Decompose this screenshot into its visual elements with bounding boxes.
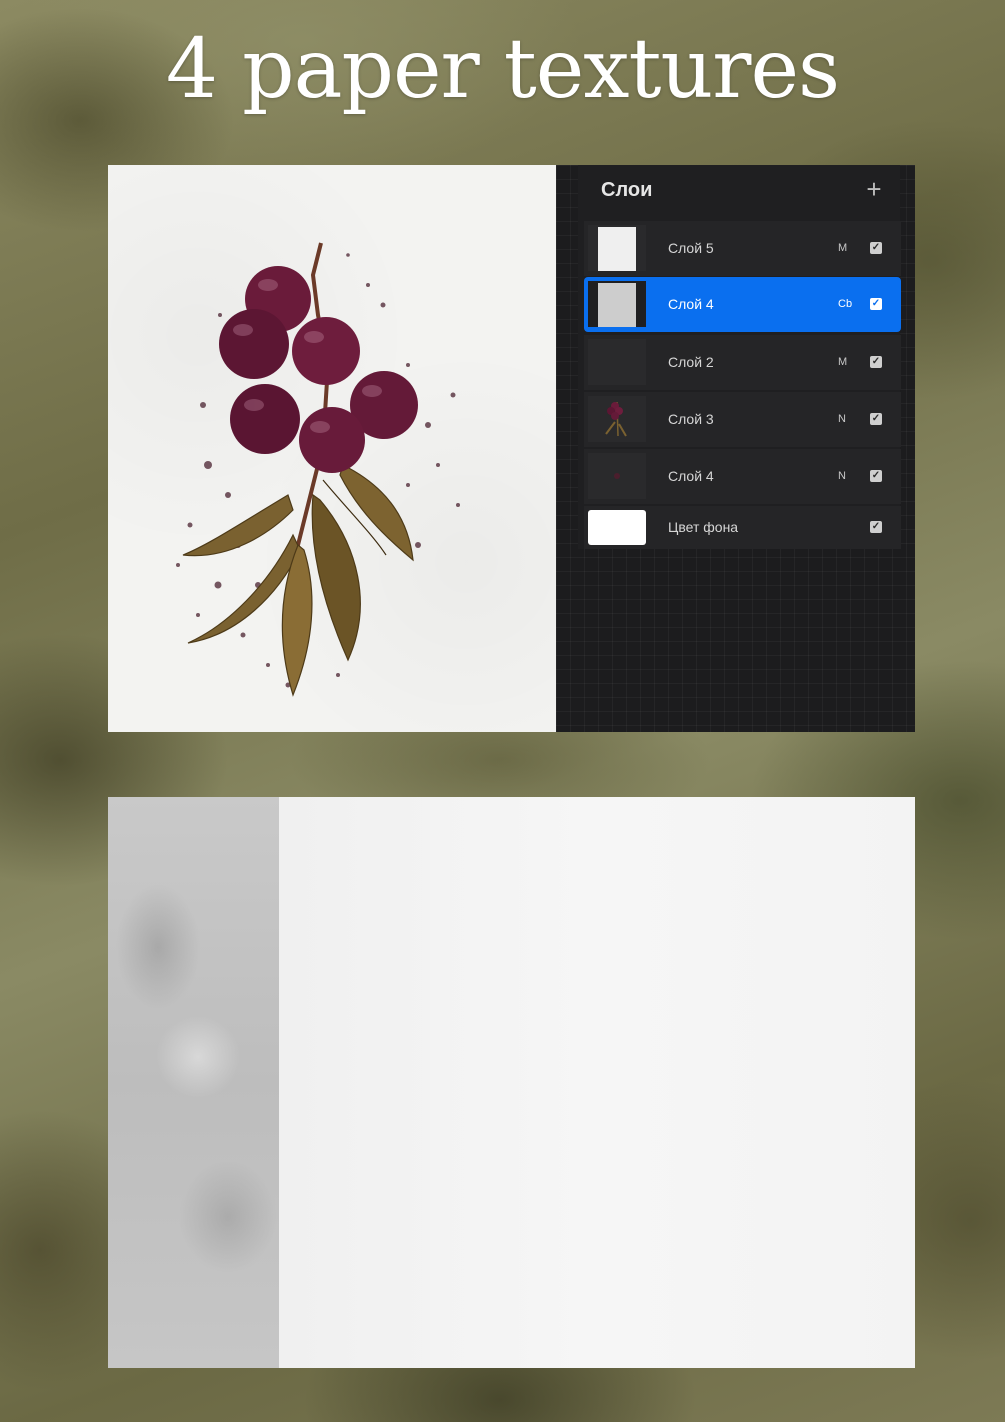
layer-row[interactable]: Слой 4 N ✓ xyxy=(584,449,901,504)
layer-thumbnail xyxy=(588,453,646,499)
visibility-checkbox[interactable]: ✓ xyxy=(870,242,882,254)
background-color-row[interactable]: Цвет фона ✓ xyxy=(584,506,901,549)
plus-icon[interactable]: + xyxy=(864,176,884,202)
layer-name: Слой 5 xyxy=(668,240,714,256)
layer-blend-mode[interactable]: Cb xyxy=(838,298,852,310)
layer-blend-mode[interactable]: N xyxy=(838,413,846,425)
layer-thumbnail xyxy=(588,396,646,442)
visibility-checkbox[interactable]: ✓ xyxy=(870,521,882,533)
layer-name: Слой 3 xyxy=(668,411,714,427)
layer-thumbnail xyxy=(588,339,646,385)
layer-row[interactable]: Слой 2 M ✓ xyxy=(584,335,901,390)
berry-branch-illustration xyxy=(176,242,460,697)
layer-name: Слой 2 xyxy=(668,354,714,370)
layer-blend-mode[interactable]: M xyxy=(838,242,847,254)
layer-name: Слой 4 xyxy=(668,468,714,484)
visibility-checkbox[interactable]: ✓ xyxy=(870,356,882,368)
layers-panel: Слои + Слой 5 M ✓ Слой 4 Cb ✓ Слой 2 M ✓ xyxy=(556,165,915,732)
visibility-checkbox[interactable]: ✓ xyxy=(870,470,882,482)
layer-name: Цвет фона xyxy=(668,519,739,535)
berry-thumbnail-icon xyxy=(605,401,627,437)
layer-thumbnail xyxy=(588,225,646,271)
visibility-checkbox[interactable]: ✓ xyxy=(870,298,882,310)
layer-row[interactable]: Слой 5 M ✓ xyxy=(584,221,901,276)
background-color-swatch[interactable] xyxy=(588,510,646,545)
layer-row[interactable]: Слой 3 N ✓ xyxy=(584,392,901,447)
layer-name: Слой 4 xyxy=(668,296,714,312)
layer-row-active[interactable]: Слой 4 Cb ✓ xyxy=(584,277,901,332)
paper-texture-gray xyxy=(108,797,279,1368)
layer-blend-mode[interactable]: N xyxy=(838,470,846,482)
visibility-checkbox[interactable]: ✓ xyxy=(870,413,882,425)
drawing-canvas[interactable] xyxy=(108,165,556,732)
layer-blend-mode[interactable]: M xyxy=(838,356,847,368)
page-title: 4 paper textures xyxy=(165,22,840,117)
layers-panel-title: Слои xyxy=(601,179,653,201)
paper-texture-white xyxy=(279,797,915,1368)
layer-thumbnail xyxy=(588,281,646,327)
